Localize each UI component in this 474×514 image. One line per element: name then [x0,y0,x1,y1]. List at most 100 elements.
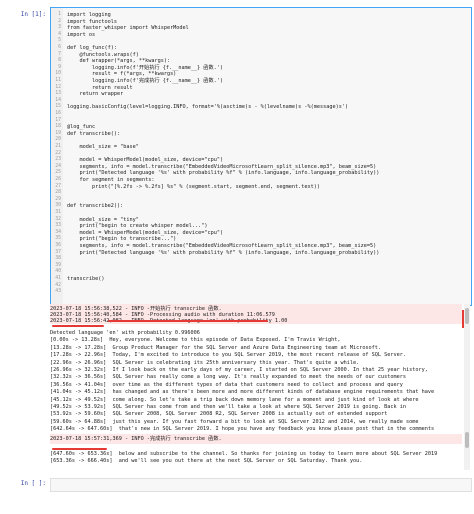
code-line: print("Detected language '%s' with proba… [67,170,380,177]
code-line: segments, info = model.transcribe("Embed… [67,163,377,170]
line-number: 27 [55,183,61,189]
stdout-line: [45.12s -> 49.52s] come along. So let's … [50,396,419,403]
line-number: 34 [55,229,61,235]
line-number: 41 [55,276,61,281]
code-line: @log_func [67,124,96,131]
line-number: 29 [55,196,61,202]
code-line: def log_func(f): [67,45,117,51]
code-line: result = f(*args, **kwargs) [67,71,177,78]
notebook-page: In [1]: 1 import logging 2 import functools… [0,0,474,514]
cell-2-prompt: In [ ]: [20,480,46,487]
scrollbar-thumb-lower[interactable] [465,432,469,448]
stdout-line: [53.92s -> 59.60s] SQL Server 2008, SQL … [50,411,388,418]
empty-code-cell[interactable] [50,478,472,492]
cell-1-prompt: In [1]: [20,11,46,18]
code-line: for segment in segments: [67,177,155,183]
line-number: 8 [58,58,61,64]
line-number: 43 [55,289,61,295]
stdout-line: [26.96s -> 32.32s] If I look back on the… [50,367,428,373]
output-scrollbar[interactable] [464,304,470,470]
stdout-line: [647.60s -> 653.36s] below and subscribe… [50,451,438,457]
stdout-line: Detected language 'en' with probability … [50,330,200,336]
line-number: 13 [55,91,61,97]
line-number: 5 [58,38,61,44]
code-line: model_size = "tiny" [67,216,139,223]
stdout-line: [36.56s -> 41.04s] over time as the diff… [50,381,403,388]
line-number: 26 [55,177,61,182]
line-number: 37 [55,249,61,255]
code-line: segments, info = model.transcribe("Embed… [67,243,377,249]
stdout-line: [49.52s -> 53.92s] SQL Server has come f… [50,404,407,410]
highlight-underline-message [108,320,268,322]
code-line: @functools.wraps(f) [67,51,139,58]
code-line: print("[%.2fs -> %.2fs] %s" % (segment.s… [67,183,320,190]
line-number: 39 [55,262,61,268]
stdout-line: [642.64s -> 647.60s] that's new in SQL S… [50,426,435,433]
line-number: 10 [55,71,61,77]
code-line: print("begin to transcribe...") [67,236,177,243]
line-number: 40 [55,269,61,275]
line-number: 17 [55,117,61,123]
code-line: import logging [67,12,111,18]
line-number: 38 [55,256,61,262]
highlight-mark-right [462,310,464,328]
line-number: 32 [55,216,61,222]
scrollbar-thumb[interactable] [465,308,469,324]
cell-output: 2023-07-18 15:56:38,522 - INFO -开始执行 tra… [50,304,470,470]
code-line: logging.basicConfig(level=logging.INFO, … [67,104,349,111]
code-line: model = WhisperModel(model_size, device=… [67,229,224,236]
line-number: 1 [58,12,61,17]
line-number: 25 [55,170,61,176]
stdout-line: [32.32s -> 36.56s] SQL Server has really… [50,374,407,381]
line-number: 20 [55,137,61,143]
stdout-line: [59.60s -> 64.88s] just this year. If yo… [50,418,419,425]
stdout-line: [653.36s -> 666.40s] and we'll see you o… [50,458,363,465]
line-number: 31 [55,210,61,215]
line-number: 36 [55,243,61,248]
code-line: def transcribe2(): [67,203,124,210]
line-number: 22 [55,150,61,156]
stdout-line: [13.28s -> 17.28s] Group Product Manager… [50,344,382,351]
code-line: from faster_whisper import WhisperModel [67,25,189,32]
line-number: 9 [58,64,61,70]
code-line: transcribe() [67,276,105,282]
code-line: def transcribe(): [67,130,121,137]
code-line: logging.info(f'开始执行 {f.__name__} 函数.') [67,64,224,71]
highlight-underline-timestamp [52,325,104,327]
line-number: 19 [55,130,61,136]
code-line: model_size = "base" [67,144,139,150]
code-line: return wrapper [67,91,124,98]
code-line: print("Detected language '%s' with proba… [67,249,380,256]
line-number: 16 [55,111,61,116]
code-line: import functools [67,18,117,25]
line-number: 18 [55,124,61,130]
line-number: 23 [55,157,61,163]
code-cell-input[interactable]: 1 import logging 2 import functools 3 from fa… [50,7,472,306]
line-number: 12 [55,84,61,90]
highlight-underline-bottom [52,448,107,450]
code-line: logging.info(f'完成执行 {f.__name__} 函数.') [67,78,224,84]
line-number: 6 [58,45,61,50]
line-number: 28 [55,190,61,196]
code-line: return result [67,84,133,91]
line-number: 21 [55,144,61,149]
output-area: 2023-07-18 15:56:38,522 - INFO -开始执行 tra… [50,304,462,470]
line-number: 11 [55,78,61,83]
line-number: 15 [55,104,61,110]
stdout-line: [0.00s -> 13.28s] Hey, everyone. Welcome… [50,337,341,344]
line-number: 24 [55,163,61,169]
line-number: 30 [55,203,61,209]
line-number: 4 [58,31,61,37]
line-number: 42 [55,282,61,288]
code-line: def wrapper(*args, **kwargs): [67,58,171,65]
stdout-line: [22.96s -> 26.96s] SQL Server is celebra… [50,359,360,366]
line-number: 35 [55,236,61,242]
line-number: 14 [55,97,61,103]
code-line: model = WhisperModel(model_size, device=… [67,157,224,164]
stdout-line: [17.28s -> 22.96s] Today, I'm excited to… [50,352,407,359]
line-number: 2 [58,18,61,24]
line-number: 7 [58,51,61,57]
code-line: print("begin to create whisper model..."… [67,223,208,230]
line-number: 33 [55,223,61,229]
line-number: 3 [58,25,61,31]
